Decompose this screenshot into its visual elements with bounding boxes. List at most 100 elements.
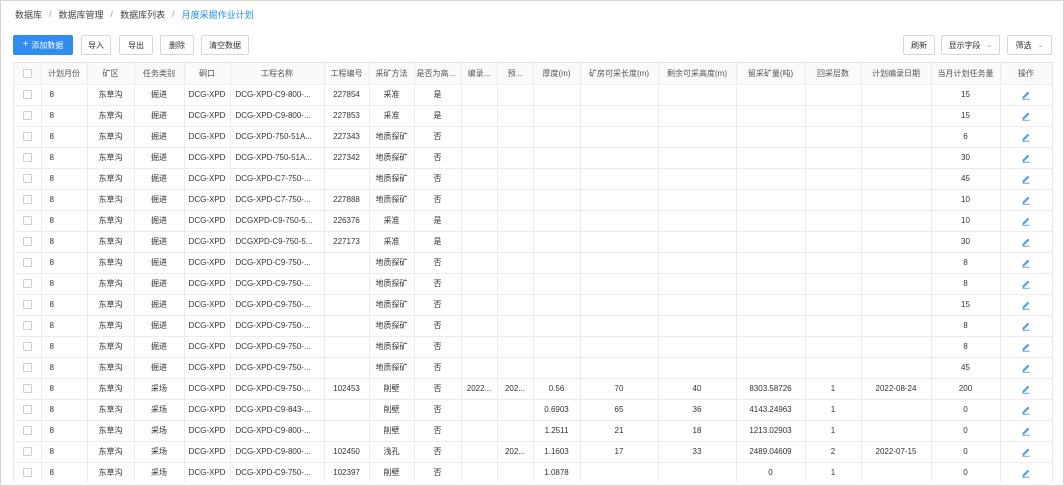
row-select-cell[interactable]	[14, 252, 42, 274]
row-checkbox[interactable]	[22, 258, 32, 268]
row-checkbox[interactable]	[22, 300, 32, 310]
row-select-cell[interactable]	[14, 231, 42, 253]
edit-icon[interactable]	[1021, 195, 1031, 205]
export-button[interactable]: 导出	[119, 35, 153, 55]
table-row[interactable]: 8 东草沟 采场 DCG-XPD DCG-XPD-C9-750-... 102453 削壁否…	[14, 378, 1052, 400]
row-checkbox[interactable]	[22, 426, 32, 436]
breadcrumb-item-database[interactable]: 数据库	[15, 8, 42, 21]
row-select-cell[interactable]	[14, 399, 42, 421]
column-header[interactable]: 预...	[497, 63, 534, 85]
column-header[interactable]: 当月计划任务量	[931, 63, 1001, 85]
table-row[interactable]: 8 东草沟 掘进 DCG-XPD DCG-XPD-C7-750-... 227888 地质探…	[14, 189, 1052, 211]
table-row[interactable]: 8 东草沟 掘进 DCG-XPD DCG-XPD-C9-750-... 地质探矿否 45	[14, 357, 1052, 379]
column-header[interactable]: 编录...	[461, 63, 498, 85]
edit-icon[interactable]	[1021, 405, 1031, 415]
column-header[interactable]: 硐口	[184, 63, 231, 85]
edit-icon[interactable]	[1021, 321, 1031, 331]
column-header[interactable]: 计划编录日期	[861, 63, 932, 85]
table-row[interactable]: 8 东草沟 采场 DCG-XPD DCG-XPD-C9-843-... 削壁否 0.6903…	[14, 399, 1052, 421]
edit-icon[interactable]	[1021, 153, 1031, 163]
row-select-cell[interactable]	[14, 336, 42, 358]
edit-icon[interactable]	[1021, 342, 1031, 352]
edit-icon[interactable]	[1021, 384, 1031, 394]
row-checkbox[interactable]	[22, 321, 32, 331]
filter-dropdown[interactable]: 筛选 ⌄	[1007, 35, 1052, 55]
table-row[interactable]: 8 东草沟 掘进 DCG-XPD DCG-XPD-C9-750-... 地质探矿否 8	[14, 336, 1052, 358]
column-header[interactable]: 工程编号	[324, 63, 370, 85]
table-row[interactable]: 8 东草沟 掘进 DCG-XPD DCG-XPD-C9-800-... 227854 采准是…	[14, 84, 1052, 106]
import-button[interactable]: 导入	[81, 35, 111, 55]
row-select-cell[interactable]	[14, 147, 42, 169]
edit-icon[interactable]	[1021, 447, 1031, 457]
table-row[interactable]: 8 东草沟 掘进 DCG-XPD DCG-XPD-C9-750-... 地质探矿否 8	[14, 315, 1052, 337]
row-checkbox[interactable]	[22, 174, 32, 184]
row-select-cell[interactable]	[14, 420, 42, 442]
add-data-button[interactable]: + 添加数据	[13, 35, 73, 55]
edit-icon[interactable]	[1021, 132, 1031, 142]
select-all-checkbox[interactable]	[22, 68, 32, 78]
row-checkbox[interactable]	[22, 363, 32, 373]
row-select-cell[interactable]	[14, 441, 42, 463]
row-checkbox[interactable]	[22, 405, 32, 415]
row-checkbox[interactable]	[22, 468, 32, 478]
row-select-cell[interactable]	[14, 462, 42, 482]
table-row[interactable]: 8 东草沟 掘进 DCG-XPD DCG-XPD-750-51A... 227342 地质探…	[14, 147, 1052, 169]
column-header[interactable]: 任务类别	[134, 63, 185, 85]
row-checkbox[interactable]	[22, 237, 32, 247]
column-header[interactable]: 回采层数	[805, 63, 862, 85]
row-select-cell[interactable]	[14, 294, 42, 316]
select-all-cell[interactable]	[14, 63, 42, 85]
row-select-cell[interactable]	[14, 105, 42, 127]
table-row[interactable]: 8 东草沟 掘进 DCG-XPD DCG-XPD-750-51A... 227343 地质探…	[14, 126, 1052, 148]
edit-icon[interactable]	[1021, 258, 1031, 268]
table-row[interactable]: 8 东草沟 掘进 DCG-XPD DCG-XPD-C9-750-... 地质探矿否 8	[14, 273, 1052, 295]
edit-icon[interactable]	[1021, 279, 1031, 289]
show-fields-dropdown[interactable]: 显示字段 ⌄	[941, 35, 1000, 55]
row-checkbox[interactable]	[22, 90, 32, 100]
table-row[interactable]: 8 东草沟 采场 DCG-XPD DCG-XPD-C9-800-... 削壁否 1.2511…	[14, 420, 1052, 442]
edit-icon[interactable]	[1021, 300, 1031, 310]
row-checkbox[interactable]	[22, 384, 32, 394]
edit-icon[interactable]	[1021, 363, 1031, 373]
edit-icon[interactable]	[1021, 468, 1031, 478]
row-checkbox[interactable]	[22, 216, 32, 226]
breadcrumb-item-database-management[interactable]: 数据库管理	[59, 8, 104, 21]
refresh-button[interactable]: 刷新	[903, 35, 935, 55]
row-select-cell[interactable]	[14, 378, 42, 400]
edit-icon[interactable]	[1021, 426, 1031, 436]
table-row[interactable]: 8 东草沟 掘进 DCG-XPD DCG-XPD-C7-750-... 地质探矿否 45	[14, 168, 1052, 190]
table-row[interactable]: 8 东草沟 采场 DCG-XPD DCG-XPD-C9-800-... 102450 浅孔否…	[14, 441, 1052, 463]
edit-icon[interactable]	[1021, 90, 1031, 100]
row-select-cell[interactable]	[14, 126, 42, 148]
table-row[interactable]: 8 东草沟 掘进 DCG-XPD DCGXPD-C9-750-5... 227173 采准是…	[14, 231, 1052, 253]
row-checkbox[interactable]	[22, 447, 32, 457]
column-header[interactable]: 矿区	[87, 63, 135, 85]
column-header[interactable]: 计划月份	[41, 63, 88, 85]
column-header[interactable]: 矿房可采长度(m)	[580, 63, 659, 85]
row-select-cell[interactable]	[14, 84, 42, 106]
column-header[interactable]: 工程名称	[230, 63, 325, 85]
row-select-cell[interactable]	[14, 168, 42, 190]
column-header[interactable]: 留采矿量(吨)	[736, 63, 806, 85]
row-checkbox[interactable]	[22, 195, 32, 205]
row-select-cell[interactable]	[14, 189, 42, 211]
column-header[interactable]: 是否为高危...	[414, 63, 462, 85]
edit-icon[interactable]	[1021, 216, 1031, 226]
edit-icon[interactable]	[1021, 111, 1031, 121]
table-row[interactable]: 8 东草沟 掘进 DCG-XPD DCG-XPD-C9-750-... 地质探矿否 8	[14, 252, 1052, 274]
table-row[interactable]: 8 东草沟 掘进 DCG-XPD DCG-XPD-C9-750-... 地质探矿否 15	[14, 294, 1052, 316]
row-select-cell[interactable]	[14, 357, 42, 379]
edit-icon[interactable]	[1021, 174, 1031, 184]
row-checkbox[interactable]	[22, 132, 32, 142]
row-select-cell[interactable]	[14, 315, 42, 337]
table-row[interactable]: 8 东草沟 掘进 DCG-XPD DCG-XPD-C9-800-... 227853 采准是…	[14, 105, 1052, 127]
breadcrumb-item-database-list[interactable]: 数据库列表	[120, 8, 165, 21]
table-row[interactable]: 8 东草沟 掘进 DCG-XPD DCGXPD-C9-750-5... 226376 采准是…	[14, 210, 1052, 232]
row-checkbox[interactable]	[22, 279, 32, 289]
row-checkbox[interactable]	[22, 153, 32, 163]
table-row[interactable]: 8 东草沟 采场 DCG-XPD DCG-XPD-C9-750-... 102397 削壁否…	[14, 462, 1052, 482]
row-checkbox[interactable]	[22, 111, 32, 121]
column-header[interactable]: 采矿方法	[369, 63, 415, 85]
row-select-cell[interactable]	[14, 210, 42, 232]
delete-button[interactable]: 删除	[160, 35, 194, 55]
